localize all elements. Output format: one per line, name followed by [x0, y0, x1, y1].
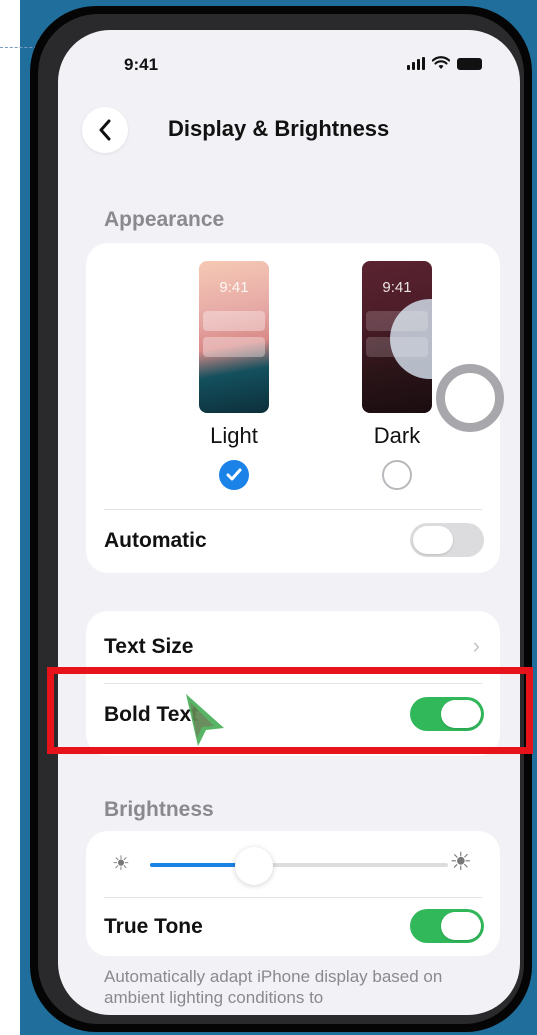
checkmark-icon: [226, 468, 242, 481]
back-button[interactable]: [82, 107, 128, 153]
preview-widget: [366, 311, 428, 331]
sun-large-icon: ☀: [449, 848, 472, 876]
true-tone-footnote: Automatically adapt iPhone display based…: [104, 967, 443, 1007]
brightness-slider[interactable]: [150, 847, 448, 885]
true-tone-label: True Tone: [104, 915, 203, 938]
divider: [104, 897, 482, 898]
slider-thumb[interactable]: [235, 847, 274, 885]
section-header-brightness: Brightness: [104, 798, 214, 821]
light-mode-radio[interactable]: [219, 460, 249, 490]
sun-small-icon: ☀: [112, 853, 130, 875]
preview-widget: [203, 337, 265, 357]
status-time: 9:41: [124, 55, 159, 74]
preview-time-dark: 9:41: [382, 279, 412, 296]
battery-icon: [457, 58, 482, 70]
phone-bezel: 9:41 Display & Brightness Appearance 9:4…: [38, 14, 524, 1024]
toggle-knob: [441, 912, 481, 940]
light-mode-label[interactable]: Light: [184, 423, 284, 449]
dark-mode-preview[interactable]: 9:41: [362, 261, 432, 413]
chevron-left-icon: [99, 119, 111, 141]
wifi-icon: [432, 56, 450, 69]
preview-widget: [366, 337, 428, 357]
preview-time-light: 9:41: [219, 279, 249, 296]
divider: [104, 509, 482, 510]
preview-widget: [203, 311, 265, 331]
automatic-toggle[interactable]: [410, 523, 484, 557]
phone-screen: 9:41 Display & Brightness Appearance 9:4…: [58, 30, 520, 1015]
light-mode-preview[interactable]: 9:41: [199, 261, 269, 413]
section-header-appearance: Appearance: [104, 208, 225, 231]
text-size-label[interactable]: Text Size: [104, 635, 193, 659]
signal-icon: [407, 57, 425, 70]
page-title: Display & Brightness: [168, 116, 390, 141]
cursor-pointer-icon: [186, 694, 224, 746]
phone-frame: 9:41 Display & Brightness Appearance 9:4…: [30, 6, 532, 1032]
highlight-box: [47, 667, 533, 754]
touch-indicator: [436, 364, 504, 432]
true-tone-toggle[interactable]: [410, 909, 484, 943]
automatic-label: Automatic: [104, 529, 207, 552]
dark-mode-label[interactable]: Dark: [347, 423, 447, 449]
chevron-right-icon: ›: [472, 633, 480, 658]
toggle-knob: [413, 526, 453, 554]
status-icons: [407, 56, 482, 70]
dark-mode-radio[interactable]: [382, 460, 412, 490]
brightness-card: ☀ ☀ True Tone: [86, 831, 500, 956]
